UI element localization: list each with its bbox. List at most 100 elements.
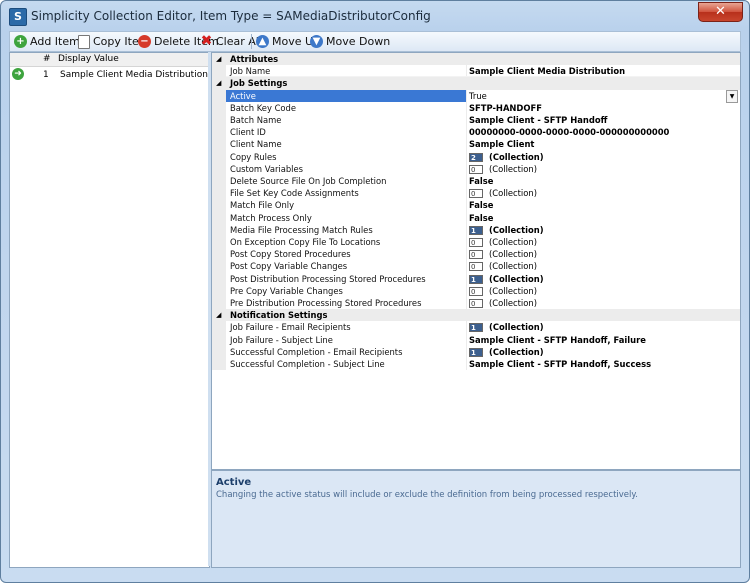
property-value[interactable]: Sample Client Media Distribution (469, 65, 625, 77)
property-value[interactable]: 0 (Collection) (469, 260, 537, 272)
column-header-display-value[interactable]: Display Value (58, 54, 119, 64)
property-value[interactable]: 0 (Collection) (469, 285, 537, 297)
property-row-batch-key-code[interactable]: Batch Key Code SFTP-HANDOFF (212, 101, 740, 114)
property-row-pre-copy-variable-changes[interactable]: Pre Copy Variable Changes 0 (Collection) (212, 284, 740, 297)
property-row-delete-source-file[interactable]: Delete Source File On Job Completion Fal… (212, 175, 740, 188)
property-name: Post Distribution Processing Stored Proc… (230, 273, 426, 284)
property-row-on-exception-copy-file[interactable]: On Exception Copy File To Locations 0 (Co… (212, 236, 740, 249)
category-label: Attributes (230, 54, 279, 64)
property-row-post-distribution-stored-procedures[interactable]: Post Distribution Processing Stored Proc… (212, 272, 740, 285)
category-notification-settings[interactable]: ◢ Notification Settings (212, 309, 740, 322)
toolbar: + Add Item Copy Item − Delete Item ✖ Clear … (9, 31, 741, 52)
list-item-value: Sample Client Media Distribution (60, 70, 208, 80)
add-item-label: Add Item (30, 35, 80, 48)
row-gutter (212, 138, 226, 151)
column-divider (466, 345, 467, 358)
property-value[interactable]: False (469, 175, 493, 187)
property-row-pre-distribution-stored-procedures[interactable]: Pre Distribution Processing Stored Proce… (212, 297, 740, 310)
property-row-match-process-only[interactable]: Match Process Only False (212, 211, 740, 224)
property-row-post-copy-variable-changes[interactable]: Post Copy Variable Changes 0 (Collection) (212, 260, 740, 273)
collapse-triangle-icon[interactable]: ◢ (216, 309, 221, 321)
column-divider (466, 333, 467, 346)
property-row-custom-variables[interactable]: Custom Variables 0 (Collection) (212, 162, 740, 175)
row-gutter (212, 199, 226, 212)
dropdown-arrow-icon[interactable]: ▼ (726, 89, 738, 103)
move-down-label: Move Down (326, 35, 391, 48)
property-value[interactable]: Sample Client (469, 138, 534, 150)
collection-label: (Collection) (489, 224, 544, 235)
row-gutter (212, 358, 226, 371)
add-item-button[interactable]: + Add Item (14, 32, 80, 51)
property-name: On Exception Copy File To Locations (230, 237, 381, 247)
list-item[interactable]: ➜ 1 Sample Client Media Distribution (10, 67, 209, 83)
collection-label: (Collection) (489, 285, 537, 296)
column-divider (466, 89, 467, 102)
property-value[interactable]: 0 (Collection) (469, 187, 537, 199)
property-row-file-set-key-code-assignments[interactable]: File Set Key Code Assignments 0 (Collecti… (212, 187, 740, 200)
property-value[interactable]: 2 (Collection) (469, 151, 544, 163)
property-row-batch-name[interactable]: Batch Name Sample Client - SFTP Handoff (212, 114, 740, 127)
property-row-success-subject-line[interactable]: Successful Completion - Subject Line Sam… (212, 358, 740, 371)
row-gutter (212, 272, 226, 285)
clear-icon: ✖ (200, 33, 213, 49)
property-name: Job Failure - Email Recipients (230, 322, 351, 333)
property-value[interactable]: Sample Client - SFTP Handoff, Failure (469, 334, 646, 346)
close-button[interactable]: ✕ (698, 2, 743, 22)
property-row-client-name[interactable]: Client Name Sample Client (212, 138, 740, 151)
property-row-success-email-recipients[interactable]: Successful Completion - Email Recipients… (212, 345, 740, 358)
category-label: Notification Settings (230, 310, 328, 321)
property-row-media-file-processing-match-rules[interactable]: Media File Processing Match Rules 1 (Coll… (212, 223, 740, 236)
move-down-button[interactable]: ▼ Move Down (310, 32, 390, 51)
property-row-job-failure-subject-line[interactable]: Job Failure - Subject Line Sample Client… (212, 333, 740, 346)
collapse-triangle-icon[interactable]: ◢ (216, 53, 221, 65)
property-value-dropdown[interactable]: True (469, 90, 487, 102)
property-value[interactable]: 0 (Collection) (469, 236, 537, 248)
property-row-post-copy-stored-procedures[interactable]: Post Copy Stored Procedures 0 (Collection… (212, 248, 740, 261)
property-value[interactable]: 1 (Collection) (469, 346, 544, 358)
collection-count-swatch: 0 (469, 238, 483, 247)
collection-count-swatch: 1 (469, 225, 483, 235)
item-list[interactable]: # Display Value ➜ 1 Sample Client Media … (9, 52, 210, 568)
column-header-number[interactable]: # (43, 54, 51, 64)
property-value[interactable]: False (469, 199, 493, 211)
property-value[interactable]: Sample Client - SFTP Handoff (469, 114, 607, 126)
category-attributes[interactable]: ◢ Attributes (212, 53, 740, 66)
property-name: Pre Copy Variable Changes (230, 285, 343, 296)
property-row-match-file-only[interactable]: Match File Only False (212, 199, 740, 212)
property-value[interactable]: SFTP-HANDOFF (469, 102, 542, 114)
collection-count-swatch: 1 (469, 323, 483, 333)
row-gutter (212, 321, 226, 334)
collection-count-swatch: 0 (469, 250, 483, 260)
property-grid[interactable]: ◢ Attributes Job Name Sample Client Medi… (211, 52, 741, 470)
property-value[interactable]: 1 (Collection) (469, 273, 544, 285)
property-row-active[interactable]: Active True ▼ (212, 89, 740, 103)
property-value[interactable]: 0 (Collection) (469, 297, 537, 309)
list-item-number: 1 (43, 70, 49, 80)
property-row-job-failure-email-recipients[interactable]: Job Failure - Email Recipients 1 (Collect… (212, 321, 740, 334)
property-row-copy-rules[interactable]: Copy Rules 2 (Collection) (212, 150, 740, 163)
property-name: Client ID (230, 127, 266, 138)
property-value[interactable]: Sample Client - SFTP Handoff, Success (469, 358, 651, 370)
row-gutter (212, 333, 226, 346)
collection-label: (Collection) (489, 298, 537, 308)
category-job-settings[interactable]: ◢ Job Settings (212, 77, 740, 90)
property-value[interactable]: False (469, 212, 493, 224)
column-divider (466, 126, 467, 139)
property-name: Client Name (230, 139, 282, 150)
property-row-client-id[interactable]: Client ID 00000000-0000-0000-0000-000000… (212, 126, 740, 139)
property-value[interactable]: 1 (Collection) (469, 224, 544, 236)
current-row-arrow-icon: ➜ (12, 68, 24, 80)
collection-label: (Collection) (489, 261, 537, 272)
property-value[interactable]: 1 (Collection) (469, 321, 544, 333)
move-up-icon: ▲ (256, 35, 269, 48)
property-value[interactable]: 0 (Collection) (469, 248, 537, 260)
property-value[interactable]: 0 (Collection) (469, 163, 537, 175)
collapse-triangle-icon[interactable]: ◢ (216, 77, 221, 89)
property-name: Media File Processing Match Rules (230, 224, 373, 235)
column-divider (466, 114, 467, 127)
close-icon: ✕ (715, 4, 726, 19)
property-value[interactable]: 00000000-0000-0000-0000-000000000000 (469, 126, 669, 138)
property-name: Job Name (230, 66, 271, 77)
property-row-job-name[interactable]: Job Name Sample Client Media Distributio… (212, 65, 740, 78)
clear-all-button[interactable]: ✖ Clear All (200, 32, 262, 51)
